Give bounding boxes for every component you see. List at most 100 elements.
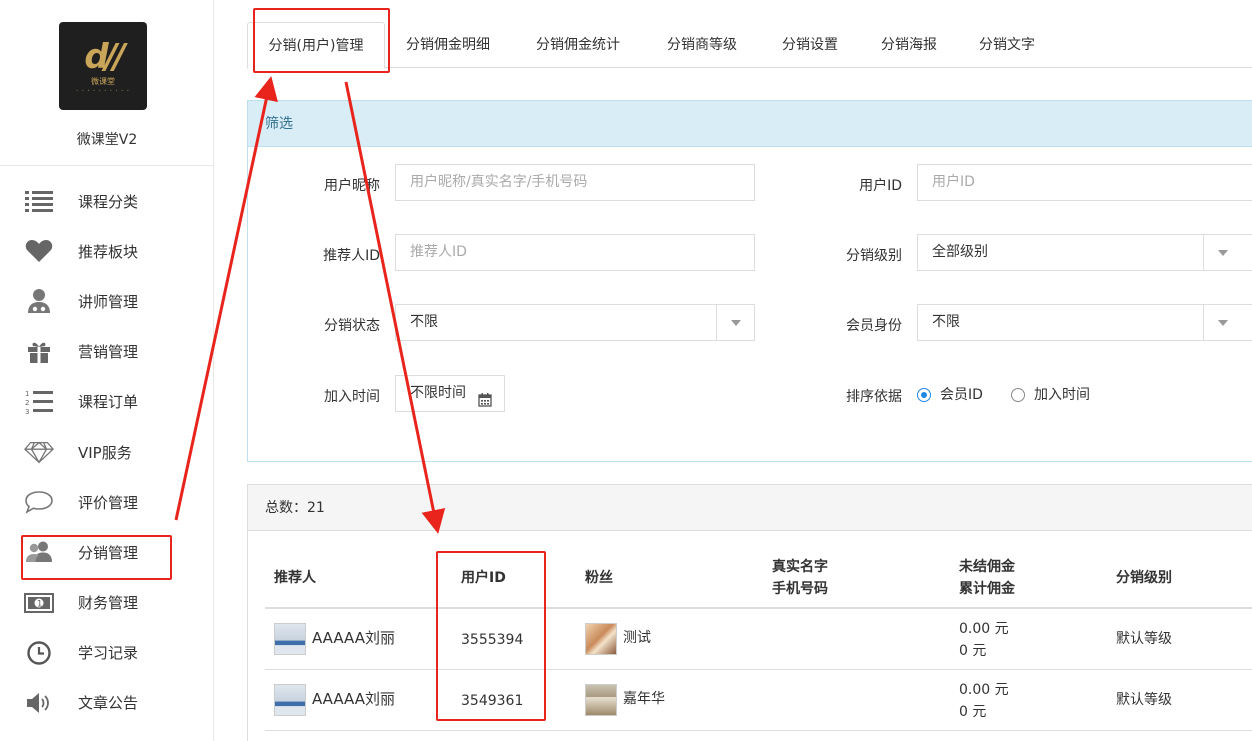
col-realname: 真实名字 [772, 559, 828, 575]
fan-avatar [585, 623, 617, 655]
filter-panel: 筛选 用户昵称 用户昵称/真实名字/手机号码 用户ID 用户ID 推荐人ID 推… [247, 100, 1252, 462]
member-select[interactable]: 不限 [917, 304, 1252, 341]
gift-icon [24, 339, 54, 365]
sidebar-item-label: 课程分类 [78, 192, 139, 211]
heart-icon [24, 238, 54, 264]
sidebar-divider [0, 165, 214, 166]
sort-option-join-time: 加入时间 [1034, 387, 1090, 403]
annotation-box-tab [253, 8, 390, 73]
tab-distribution-poster[interactable]: 分销海报 [867, 22, 951, 68]
sidebar-item-finance[interactable]: 1 财务管理 [0, 578, 214, 628]
app-name: 微课堂V2 [76, 132, 138, 148]
join-time-picker[interactable]: 不限时间 [395, 375, 505, 412]
app-logo[interactable]: d// 微课堂 • • • • • • • • • • [59, 22, 147, 110]
money-icon: 1 [24, 590, 54, 616]
sidebar-item-article[interactable]: 文章公告 [0, 678, 214, 728]
referrer-name: AAAAA刘丽 [312, 629, 395, 647]
member-label: 会员身份 [846, 318, 902, 334]
svg-text:3: 3 [25, 408, 29, 415]
row-divider [265, 730, 1252, 731]
fan-name: 测试 [623, 630, 651, 646]
sidebar-menu: 课程分类 推荐板块 讲师管理 营销管理 123 课程订单 VIP服务 评价管理 … [0, 176, 214, 728]
fan-name: 嘉年华 [623, 691, 665, 707]
clock-icon [24, 640, 54, 666]
tab-distribution-settings[interactable]: 分销设置 [768, 22, 852, 68]
level-select-value: 全部级别 [932, 244, 988, 260]
sidebar-item-vip[interactable]: VIP服务 [0, 427, 214, 477]
tab-commission-detail[interactable]: 分销佣金明细 [390, 22, 506, 68]
member-select-value: 不限 [932, 314, 960, 330]
svg-text:1: 1 [37, 599, 43, 609]
referrer-avatar [274, 623, 306, 655]
status-label: 分销状态 [324, 318, 380, 334]
status-select-value: 不限 [410, 314, 438, 330]
speaker-icon [24, 690, 54, 716]
level-label: 分销级别 [846, 248, 902, 264]
tab-distribution-text[interactable]: 分销文字 [965, 22, 1049, 68]
chevron-down-icon [1203, 305, 1241, 340]
ordered-list-icon: 123 [24, 389, 54, 415]
pending-commission-value: 0.00 元 [959, 621, 1009, 637]
chevron-down-icon [1203, 235, 1241, 270]
pending-commission-value: 0.00 元 [959, 682, 1009, 698]
logo-dots: • • • • • • • • • • [75, 87, 131, 93]
col-pending-commission: 未结佣金 [959, 559, 1015, 575]
tab-bar: 分销(用户)管理 分销佣金明细 分销佣金统计 分销商等级 分销设置 分销海报 分… [247, 22, 1252, 69]
comment-icon [24, 489, 54, 515]
total-commission-value: 0 元 [959, 643, 987, 659]
sidebar-item-review[interactable]: 评价管理 [0, 477, 214, 527]
svg-text:1: 1 [25, 390, 29, 398]
result-panel: 总数：21 推荐人 用户ID 粉丝 真实名字 手机号码 未结佣金 累计佣金 分销… [247, 484, 1252, 741]
logo-mark-icon: d// [84, 36, 125, 77]
sidebar-item-label: 课程订单 [78, 393, 139, 412]
annotation-box-user-id [436, 551, 546, 721]
referrer-name: AAAAA刘丽 [312, 690, 395, 708]
sidebar: d// 微课堂 • • • • • • • • • • 微课堂V2 课程分类 推… [0, 0, 214, 741]
table-header-divider [265, 607, 1252, 609]
sidebar-item-study-record[interactable]: 学习记录 [0, 628, 214, 678]
tab-commission-stats[interactable]: 分销佣金统计 [520, 22, 636, 68]
referrer-avatar [274, 684, 306, 716]
user-id-label: 用户ID [859, 178, 902, 194]
sort-option-member-id: 会员ID [940, 387, 983, 403]
calendar-icon [478, 386, 492, 421]
row-divider [265, 669, 1252, 670]
referrer-id-label: 推荐人ID [323, 248, 380, 264]
sidebar-item-label: 营销管理 [78, 343, 139, 362]
status-select[interactable]: 不限 [395, 304, 755, 341]
total-count: 总数：21 [248, 485, 1252, 531]
total-commission-value: 0 元 [959, 704, 987, 720]
col-fans: 粉丝 [585, 570, 613, 586]
sidebar-item-label: 文章公告 [78, 694, 139, 713]
nickname-input[interactable]: 用户昵称/真实名字/手机号码 [395, 164, 755, 201]
sidebar-item-label: 讲师管理 [78, 292, 139, 311]
sidebar-item-label: 学习记录 [78, 644, 139, 663]
tab-distributor-level[interactable]: 分销商等级 [650, 22, 754, 68]
logo-text: 微课堂 [91, 76, 115, 86]
fan-avatar [585, 684, 617, 716]
sort-label: 排序依据 [846, 389, 902, 405]
sort-radio-join-time[interactable] [1011, 388, 1025, 402]
referrer-id-input[interactable]: 推荐人ID [395, 234, 755, 271]
level-select[interactable]: 全部级别 [917, 234, 1252, 271]
sidebar-item-marketing[interactable]: 营销管理 [0, 327, 214, 377]
annotation-box-menu [21, 535, 172, 580]
user-id-input[interactable]: 用户ID [917, 164, 1252, 201]
sidebar-item-course-category[interactable]: 课程分类 [0, 176, 214, 226]
chevron-down-icon [716, 305, 754, 340]
filter-title: 筛选 [248, 101, 1252, 147]
sidebar-item-label: 评价管理 [78, 493, 139, 512]
join-time-value: 不限时间 [410, 385, 466, 401]
col-referrer: 推荐人 [274, 570, 316, 586]
sidebar-item-recommend[interactable]: 推荐板块 [0, 226, 214, 276]
col-phone: 手机号码 [772, 581, 828, 597]
nickname-label: 用户昵称 [324, 178, 380, 194]
col-level: 分销级别 [1116, 570, 1172, 586]
sort-radio-member-id[interactable] [917, 388, 931, 402]
sidebar-item-label: 推荐板块 [78, 242, 139, 261]
sidebar-item-course-order[interactable]: 123 课程订单 [0, 377, 214, 427]
level-value: 默认等级 [1116, 692, 1172, 708]
sidebar-item-label: 财务管理 [78, 594, 139, 613]
teacher-icon [24, 288, 54, 314]
sidebar-item-teacher[interactable]: 讲师管理 [0, 276, 214, 326]
